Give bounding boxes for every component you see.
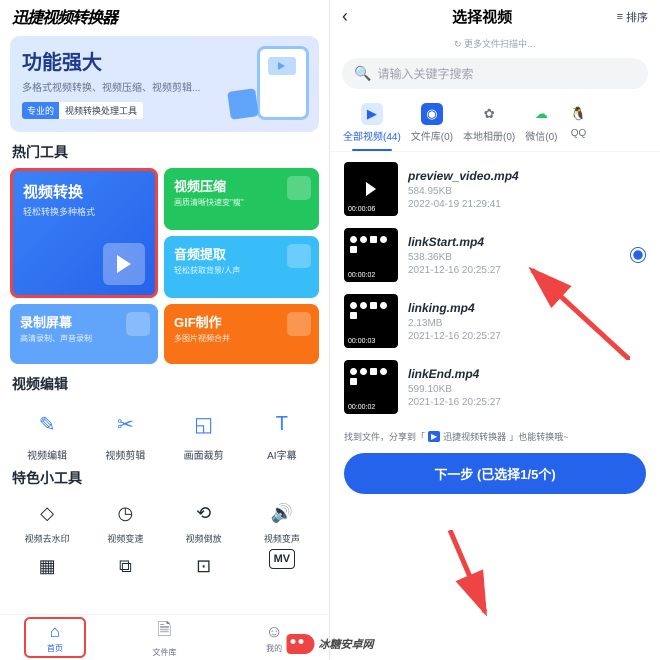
video-compress-card[interactable]: 视频压缩 画质清晰快速变"瘦" <box>164 168 319 230</box>
record-icon <box>126 312 150 336</box>
search-icon: 🔍 <box>354 65 371 82</box>
video-date: 2022-04-19 21:29:41 <box>408 199 646 210</box>
search-placeholder: 请输入关键字搜索 <box>377 65 473 82</box>
header: ‹ 选择视频 ≡ 排序 <box>330 0 660 33</box>
video-item[interactable]: 00:00:03 linking.mp4 2.13MB 2021-12-16 20:… <box>330 288 660 354</box>
text-icon: T <box>262 404 302 444</box>
video-convert-card[interactable]: 视频转换 轻松转换多种格式 <box>10 168 158 298</box>
remove-watermark-item[interactable]: ◇视频去水印 <box>10 494 84 547</box>
video-item[interactable]: 00:00:06 preview_video.mp4 584.95KB 2022-0… <box>330 156 660 222</box>
video-edit-item[interactable]: ✎视频编辑 <box>10 400 84 466</box>
app-title: 迅捷视频转换器 <box>0 0 329 32</box>
watermark-brand: 冰糖安卓网 <box>287 634 374 654</box>
diamond-icon: ◇ <box>30 496 64 530</box>
video-name: preview_video.mp4 <box>408 169 646 183</box>
nav-home[interactable]: ⌂首页 <box>24 617 86 658</box>
folder-icon: ◉ <box>421 103 443 125</box>
user-icon: ☺ <box>265 622 282 642</box>
video-thumbnail: 00:00:03 <box>344 294 398 348</box>
video-thumbnail: 00:00:06 <box>344 162 398 216</box>
reverse-item[interactable]: ⟲视频倒放 <box>167 494 241 547</box>
clock-icon: ◷ <box>108 496 142 530</box>
sort-button[interactable]: ≡ 排序 <box>617 9 648 25</box>
crop-icon: ◱ <box>184 404 224 444</box>
tab-all-videos[interactable]: ▶全部视频(44) <box>338 97 406 151</box>
gif-make-card[interactable]: GIF制作 多图片视频合并 <box>164 304 319 364</box>
video-name: linkEnd.mp4 <box>408 367 646 381</box>
file-icon: 🗎 <box>158 617 172 646</box>
brand-logo-icon <box>287 634 315 654</box>
tab-album[interactable]: ✿本地相册(0) <box>458 97 520 151</box>
banner-tag: 专业的 视频转换处理工具 <box>22 102 143 119</box>
voice-change-item[interactable]: 🔊视频变声 <box>245 494 319 547</box>
video-size: 599.10KB <box>408 384 646 395</box>
share-tip: 找到文件，分享到「 ▶ 迅捷视频转换器 」也能转换哦~ <box>330 424 660 449</box>
sound-icon: 🔊 <box>265 496 299 530</box>
util-item[interactable]: ▦ <box>10 547 84 587</box>
wechat-icon: ☁ <box>530 103 552 125</box>
util-item[interactable]: ⧉ <box>88 547 162 587</box>
speed-change-item[interactable]: ◷视频变速 <box>88 494 162 547</box>
video-size: 538.36KB <box>408 252 620 263</box>
next-button[interactable]: 下一步 (已选择1/5个) <box>344 453 646 494</box>
home-icon: ⌂ <box>50 622 60 642</box>
reverse-icon: ⟲ <box>187 496 221 530</box>
select-video-screen: ‹ 选择视频 ≡ 排序 更多文件扫描中… 🔍 请输入关键字搜索 ▶全部视频(44… <box>330 0 660 660</box>
tab-wechat[interactable]: ☁微信(0) <box>520 97 562 151</box>
page-title: 选择视频 <box>452 6 512 27</box>
audio-extract-card[interactable]: 音频提取 轻松获取背景/人声 <box>164 236 319 298</box>
video-item[interactable]: 00:00:02 linkEnd.mp4 599.10KB 2021-12-16 2… <box>330 354 660 420</box>
tab-qq[interactable]: 🐧QQ <box>563 97 595 151</box>
banner-illustration <box>235 46 309 120</box>
hot-tools-title: 热门工具 <box>0 140 329 168</box>
audio-icon <box>287 244 311 268</box>
bottom-nav: ⌂首页 🗎文件库 ☺我的 <box>0 614 329 660</box>
tab-library[interactable]: ◉文件库(0) <box>406 97 458 151</box>
video-size: 2.13MB <box>408 318 646 329</box>
back-button[interactable]: ‹ <box>342 6 348 27</box>
video-date: 2021-12-16 20:25:27 <box>408 331 646 342</box>
video-thumbnail: 00:00:02 <box>344 360 398 414</box>
compress-icon <box>287 176 311 200</box>
play-icon <box>103 243 145 285</box>
util-item[interactable]: ⊡ <box>167 547 241 587</box>
edit-icon: ✎ <box>27 404 67 444</box>
radio-selected[interactable] <box>630 247 646 263</box>
util-grid: ◇视频去水印 ◷视频变速 ⟲视频倒放 🔊视频变声 <box>0 494 329 547</box>
video-list: 00:00:06 preview_video.mp4 584.95KB 2022-0… <box>330 152 660 424</box>
annotation-arrow <box>440 530 500 620</box>
edit-grid: ✎视频编辑 ✂视频剪辑 ◱画面裁剪 TAI字幕 <box>0 400 329 466</box>
video-edit-title: 视频编辑 <box>0 372 329 400</box>
crop-item[interactable]: ◱画面裁剪 <box>167 400 241 466</box>
video-date: 2021-12-16 20:25:27 <box>408 265 620 276</box>
util-item[interactable]: MV <box>245 547 319 587</box>
video-clip-item[interactable]: ✂视频剪辑 <box>88 400 162 466</box>
special-tools-title: 特色小工具 <box>0 466 329 494</box>
video-icon: ▶ <box>361 103 383 125</box>
video-thumbnail: 00:00:02 <box>344 228 398 282</box>
home-screen: 迅捷视频转换器 功能强大 多格式视频转换、视频压缩、视频剪辑... 专业的 视频… <box>0 0 330 660</box>
scan-status: 更多文件扫描中… <box>330 33 660 58</box>
gif-icon <box>287 312 311 336</box>
qq-icon: 🐧 <box>568 103 590 125</box>
video-name: linkStart.mp4 <box>408 235 620 249</box>
search-input[interactable]: 🔍 请输入关键字搜索 <box>342 58 648 89</box>
video-date: 2021-12-16 20:25:27 <box>408 397 646 408</box>
ai-subtitle-item[interactable]: TAI字幕 <box>245 400 319 466</box>
source-tabs: ▶全部视频(44) ◉文件库(0) ✿本地相册(0) ☁微信(0) 🐧QQ <box>330 97 660 152</box>
video-name: linking.mp4 <box>408 301 646 315</box>
nav-library[interactable]: 🗎文件库 <box>110 615 220 660</box>
app-badge-icon: ▶ <box>428 431 440 442</box>
flower-icon: ✿ <box>478 103 500 125</box>
screen-record-card[interactable]: 录制屏幕 高清录制、声音录制 <box>10 304 158 364</box>
feature-banner[interactable]: 功能强大 多格式视频转换、视频压缩、视频剪辑... 专业的 视频转换处理工具 <box>10 36 319 132</box>
scissors-icon: ✂ <box>105 404 145 444</box>
video-size: 584.95KB <box>408 186 646 197</box>
video-item[interactable]: 00:00:02 linkStart.mp4 538.36KB 2021-12-16… <box>330 222 660 288</box>
util-grid-2: ▦ ⧉ ⊡ MV <box>0 547 329 587</box>
